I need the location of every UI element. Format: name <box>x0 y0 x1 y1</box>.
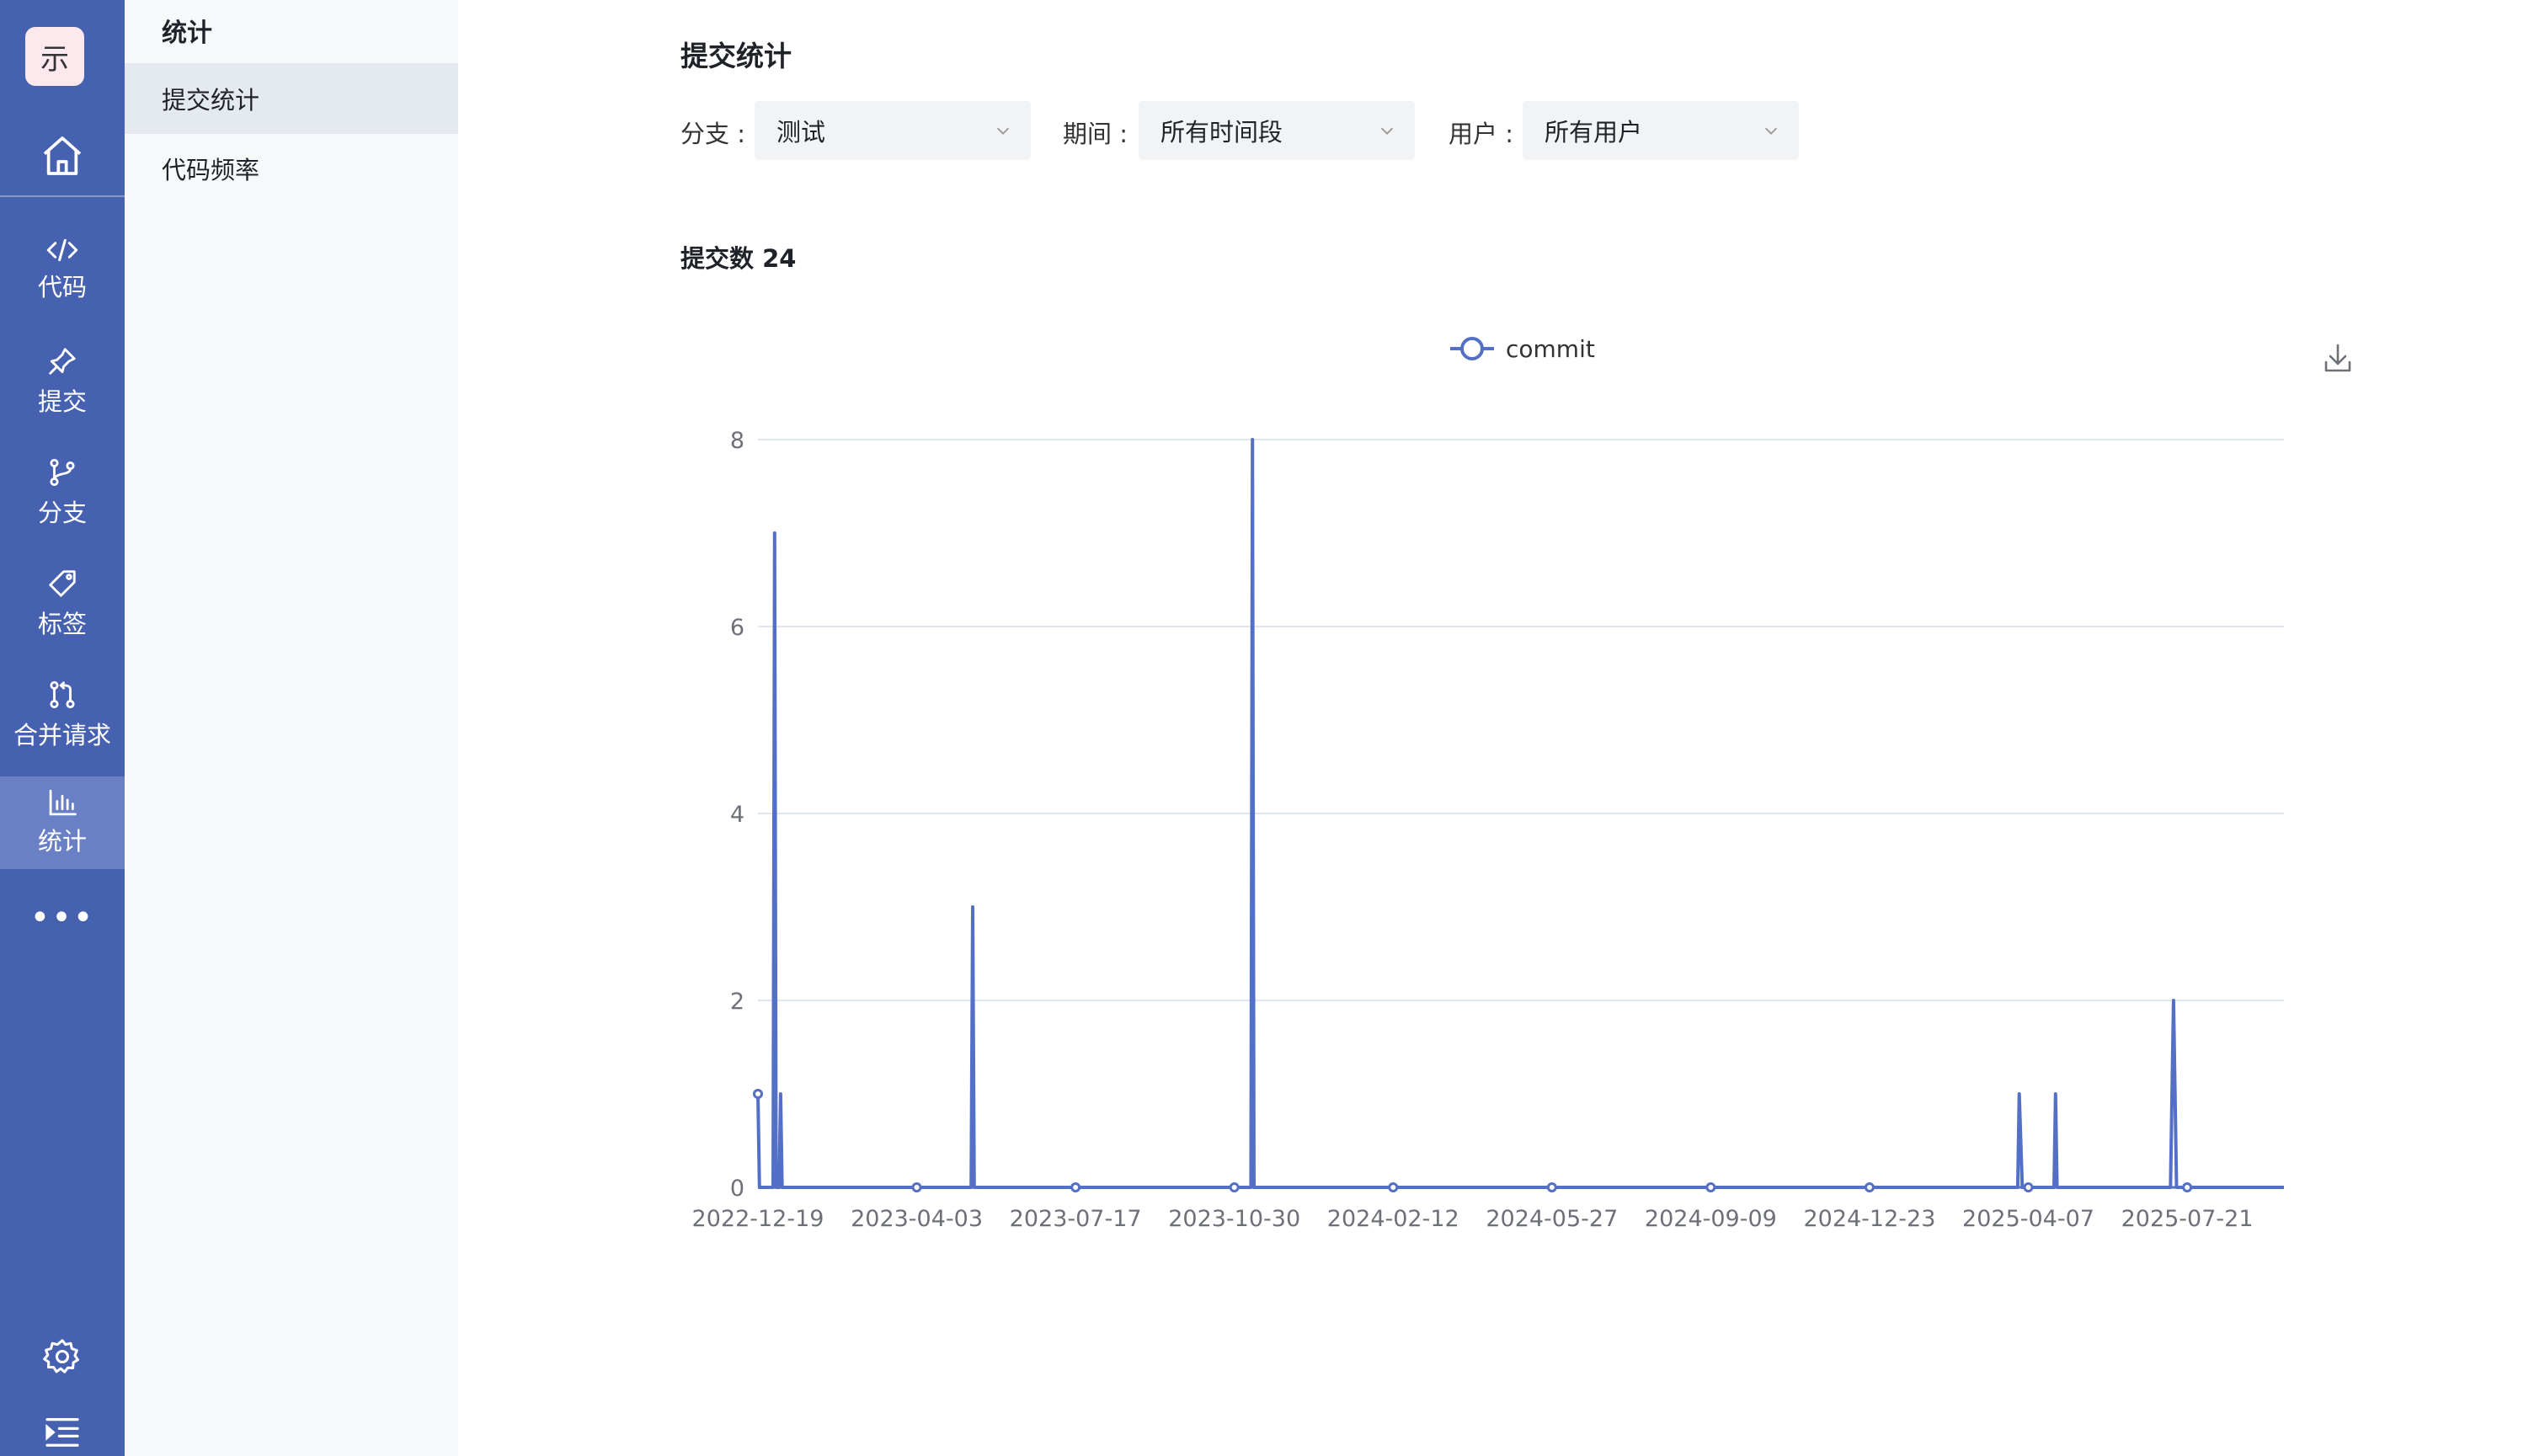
app-logo[interactable]: 示 <box>25 27 84 86</box>
y-tick-label: 4 <box>730 802 744 828</box>
x-tick-label: 2025-07-21 <box>2121 1206 2254 1232</box>
x-tick-label: 2023-10-30 <box>1168 1206 1300 1232</box>
rail-item-commits[interactable]: 提交 <box>0 335 125 428</box>
more-icon[interactable]: ••• <box>0 893 125 943</box>
rail-item-tags[interactable]: 标签 <box>0 557 125 650</box>
y-tick-label: 0 <box>730 1176 744 1202</box>
rail-item-label: 标签 <box>37 610 87 638</box>
bar-chart-icon <box>49 789 77 816</box>
x-tick-label: 2023-04-03 <box>851 1206 983 1232</box>
data-point[interactable] <box>1388 1182 1399 1192</box>
tag-icon <box>49 570 76 597</box>
app-window: 示 代码 提交 分支 标签 合并请求 统计 ••• 统计 提交统计 代码频率 提… <box>0 0 2529 1456</box>
x-tick-label: 2023-07-17 <box>1010 1206 1142 1232</box>
data-point[interactable] <box>1705 1182 1716 1192</box>
x-tick-label: 2024-05-27 <box>1486 1206 1618 1232</box>
x-tick-label: 2024-12-23 <box>1803 1206 1935 1232</box>
home-button[interactable] <box>0 118 125 194</box>
secondary-menu: 统计 提交统计 代码频率 <box>125 0 458 1456</box>
y-tick-label: 8 <box>730 428 744 454</box>
data-point[interactable] <box>1229 1182 1240 1192</box>
settings-button[interactable] <box>0 1327 125 1386</box>
submenu-item-code-frequency[interactable]: 代码频率 <box>125 133 458 204</box>
chart-container: 0 2 4 6 8 2022-12-19 2023-04-03 2023-07-17 2023-… <box>458 0 2529 1456</box>
merge-request-icon <box>50 680 75 709</box>
rail-item-label: 合并请求 <box>13 721 111 749</box>
data-point[interactable] <box>1070 1182 1081 1192</box>
rail-item-statistics[interactable]: 统计 <box>0 776 125 869</box>
data-point[interactable] <box>1864 1182 1875 1192</box>
x-tick-label: 2025-04-07 <box>1962 1206 2094 1232</box>
rail-item-branches[interactable]: 分支 <box>0 446 125 539</box>
main-content: 提交统计 分支 : 测试 期间 : 所有时间段 用户 : 所有用户 提交数 24… <box>458 0 2529 1456</box>
legend-label[interactable]: commit <box>1506 335 1595 363</box>
data-point[interactable] <box>2182 1182 2193 1192</box>
x-tick-label: 2022-12-19 <box>692 1206 824 1232</box>
data-point[interactable] <box>753 1089 763 1099</box>
menu-indent-icon <box>45 1417 79 1447</box>
rail-item-label: 统计 <box>37 827 87 856</box>
rail-divider <box>0 195 125 197</box>
data-point[interactable] <box>2023 1182 2034 1192</box>
rail-item-merge-requests[interactable]: 合并请求 <box>0 669 125 761</box>
home-icon <box>43 136 82 175</box>
pin-icon <box>49 348 76 375</box>
branch-icon <box>50 458 75 487</box>
rail-item-label: 代码 <box>37 273 87 301</box>
submenu-title: 统计 <box>162 19 212 48</box>
gear-icon <box>43 1339 79 1373</box>
commit-line-chart: 0 2 4 6 8 2022-12-19 2023-04-03 2023-07-17 2023-… <box>692 335 2356 1232</box>
y-tick-label: 6 <box>730 615 744 641</box>
collapse-menu-button[interactable] <box>0 1402 125 1456</box>
data-point[interactable] <box>911 1182 922 1192</box>
rail-item-label: 分支 <box>37 499 87 527</box>
rail-item-code[interactable]: 代码 <box>0 224 125 317</box>
download-icon[interactable] <box>2320 340 2356 376</box>
data-point[interactable] <box>1546 1182 1557 1192</box>
legend-marker[interactable] <box>1460 337 1484 360</box>
submenu-item-commit-stats[interactable]: 提交统计 <box>125 63 458 134</box>
y-tick-label: 2 <box>730 989 744 1015</box>
nav-rail: 示 代码 提交 分支 标签 合并请求 统计 ••• <box>0 0 125 1456</box>
x-tick-label: 2024-09-09 <box>1645 1206 1777 1232</box>
rail-item-label: 提交 <box>37 387 87 416</box>
code-icon <box>46 238 78 262</box>
x-tick-label: 2024-02-12 <box>1327 1206 1459 1232</box>
